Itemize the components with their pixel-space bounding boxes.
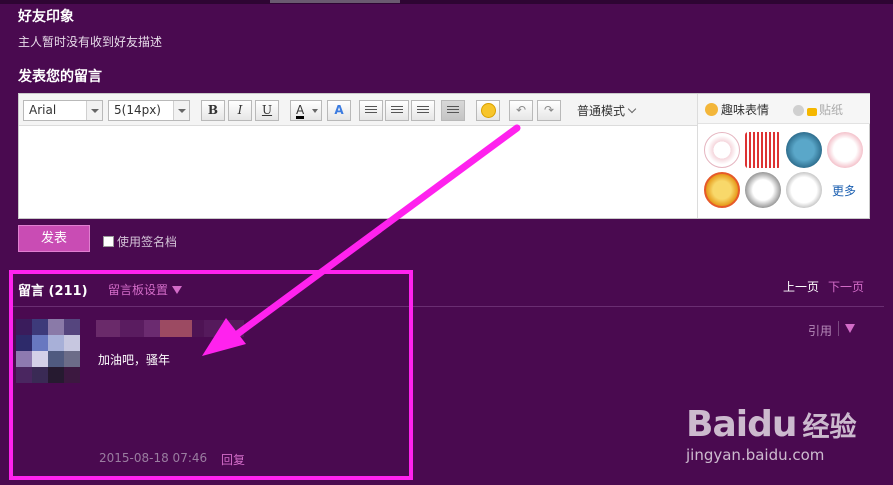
watermark-url: jingyan.baidu.com: [686, 446, 825, 464]
watermark-cn: 经验: [802, 412, 857, 443]
baidu-logo-text: Bai: [686, 404, 748, 445]
baidu-logo-du: du: [747, 404, 797, 445]
watermark-logo: Baidu 经验: [686, 404, 856, 445]
